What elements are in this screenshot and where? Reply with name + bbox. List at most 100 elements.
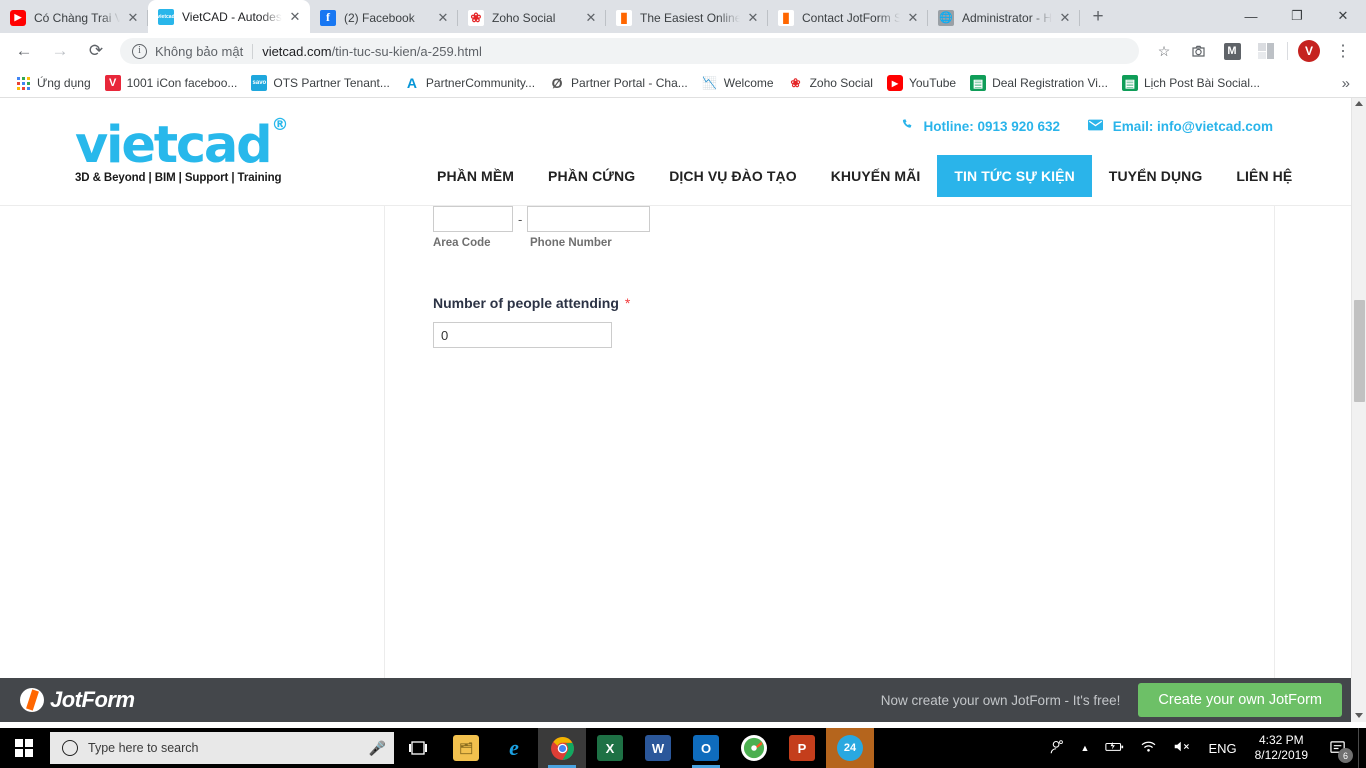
browser-tab-6[interactable]: ▮ Contact JotForm S ✕ — [768, 2, 928, 33]
browser-toolbar: ← → ⟳ i Không bảo mật vietcad.com /tin-t… — [0, 33, 1366, 69]
taskbar-app-file-explorer[interactable]: 🗂 — [442, 728, 490, 768]
bookmark-ots-partner-tenant[interactable]: savo OTS Partner Tenant... — [244, 72, 397, 94]
tray-chevron-icon[interactable]: ▲ — [1073, 743, 1098, 753]
email-link[interactable]: Email: info@vietcad.com — [1088, 119, 1273, 134]
word-icon: W — [645, 735, 671, 761]
extension-screenshot-icon[interactable] — [1185, 38, 1211, 64]
taskbar-app-internet-explorer[interactable]: e — [490, 728, 538, 768]
new-tab-button[interactable]: + — [1084, 3, 1112, 31]
bookmark-zoho-social[interactable]: ❀ Zoho Social — [781, 72, 880, 94]
bookmarks-overflow-icon[interactable]: » — [1334, 75, 1358, 92]
scrollbar-thumb[interactable] — [1354, 300, 1365, 402]
tab-close-icon[interactable]: ✕ — [1056, 9, 1074, 27]
page-content: - Area Code Phone Number Number of peopl… — [0, 206, 1351, 678]
page-scrollbar[interactable] — [1351, 98, 1366, 678]
taskbar-clock[interactable]: 4:32 PM 8/12/2019 — [1245, 733, 1318, 763]
attending-field-label: Number of people attending * — [433, 295, 631, 311]
nav-item-khuyen-mai[interactable]: KHUYẾN MÃI — [814, 155, 938, 197]
tab-title: Zoho Social — [492, 10, 556, 25]
bookmark-welcome[interactable]: 📉 Welcome — [695, 72, 781, 94]
nav-item-dich-vu-dao-tao[interactable]: DỊCH VỤ ĐÀO TẠO — [652, 155, 814, 197]
bookmark-label: Lịch Post Bài Social... — [1143, 76, 1260, 90]
create-your-own-jotform-button[interactable]: Create your own JotForm — [1138, 683, 1342, 717]
browser-tab-5[interactable]: ▮ The Easiest Online ✕ — [606, 2, 768, 33]
nav-item-tin-tuc-su-kien[interactable]: TIN TỨC SỰ KIỆN — [937, 155, 1092, 197]
people-icon[interactable] — [1041, 739, 1073, 758]
scroll-down-icon[interactable] — [1354, 713, 1363, 718]
attending-input[interactable] — [433, 322, 612, 348]
taskbar-app-powerpoint[interactable]: P — [778, 728, 826, 768]
nav-item-phan-mem[interactable]: PHẦN MỀM — [420, 155, 531, 197]
page-scrollbar-bottom[interactable] — [1351, 678, 1366, 722]
tab-close-icon[interactable]: ✕ — [434, 9, 452, 27]
nav-item-tuyen-dung[interactable]: TUYỂN DỤNG — [1092, 155, 1220, 197]
extension-mailtrack-icon[interactable]: M — [1219, 38, 1245, 64]
browser-tab-3[interactable]: f (2) Facebook ✕ — [310, 2, 458, 33]
nav-item-phan-cung[interactable]: PHẦN CỨNG — [531, 155, 652, 197]
bookmark-star-icon[interactable]: ☆ — [1151, 38, 1177, 64]
forward-button[interactable]: → — [46, 37, 74, 65]
hotline-label: Hotline: 0913 920 632 — [923, 119, 1061, 134]
bookmark-lich-post-bai-social[interactable]: ▤ Lịch Post Bài Social... — [1115, 72, 1267, 94]
bookmark-partner-portal[interactable]: Ø Partner Portal - Cha... — [542, 72, 695, 94]
bookmark-partnercommunity[interactable]: A PartnerCommunity... — [397, 72, 542, 94]
address-bar[interactable]: i Không bảo mật vietcad.com /tin-tuc-su-… — [120, 38, 1139, 64]
browser-tab-4[interactable]: ❀ Zoho Social ✕ — [458, 2, 606, 33]
tab-close-icon[interactable]: ✕ — [582, 9, 600, 27]
scroll-up-icon[interactable] — [1355, 101, 1363, 106]
taskbar-app-unikey[interactable] — [730, 728, 778, 768]
site-logo[interactable]: vietcad® 3D & Beyond | BIM | Support | T… — [75, 114, 288, 184]
browser-tab-7[interactable]: 🌐 Administrator - Hệ ✕ — [928, 2, 1080, 33]
browser-tab-1[interactable]: ▶ Có Chàng Trai Viết ✕ — [0, 2, 148, 33]
taskbar-app-word[interactable]: W — [634, 728, 682, 768]
wifi-icon[interactable] — [1132, 740, 1165, 756]
notification-count-badge: 6 — [1338, 748, 1353, 763]
battery-icon[interactable] — [1097, 740, 1132, 756]
taskbar-app-google-chrome[interactable] — [538, 728, 586, 768]
nav-item-lien-he[interactable]: LIÊN HỆ — [1219, 155, 1309, 197]
back-button[interactable]: ← — [10, 37, 38, 65]
header-contact-bar: Hotline: 0913 920 632 Email: info@vietca… — [901, 118, 1273, 134]
window-minimize-button[interactable]: — — [1228, 0, 1274, 32]
taskbar-app-misa[interactable]: 24 — [826, 728, 874, 768]
show-desktop-button[interactable] — [1358, 728, 1366, 768]
page-viewport: vietcad® 3D & Beyond | BIM | Support | T… — [0, 98, 1366, 678]
profile-avatar[interactable]: V — [1298, 40, 1320, 62]
action-center-button[interactable]: 6 — [1318, 728, 1358, 768]
tab-title: The Easiest Online — [640, 10, 740, 25]
tab-close-icon[interactable]: ✕ — [904, 9, 922, 27]
phone-number-input[interactable] — [527, 206, 651, 232]
taskbar-search-input[interactable]: Type here to search 🎤 — [50, 732, 394, 764]
jotform-brand-label: JotForm — [50, 687, 135, 712]
content-left-rule — [384, 206, 385, 678]
site-info-icon[interactable]: i — [132, 43, 147, 59]
jotform-logo[interactable]: JotForm — [20, 687, 135, 713]
tab-close-icon[interactable]: ✕ — [124, 9, 142, 27]
bookmark-deal-registration[interactable]: ▤ Deal Registration Vi... — [963, 72, 1115, 94]
window-maximize-button[interactable]: ❐ — [1274, 0, 1320, 32]
chrome-menu-icon[interactable]: ⋮ — [1330, 38, 1356, 64]
task-view-button[interactable] — [394, 728, 442, 768]
taskbar-app-excel[interactable]: X — [586, 728, 634, 768]
microphone-icon[interactable]: 🎤 — [369, 740, 386, 757]
browser-tab-2-active[interactable]: vietcad VietCAD - Autodes ✕ — [148, 0, 310, 33]
url-host: vietcad.com — [262, 43, 332, 59]
jotform-footer-bar: JotForm Now create your own JotForm - It… — [0, 678, 1366, 722]
start-button[interactable] — [0, 728, 48, 768]
jotform-icon: ▮ — [778, 9, 794, 26]
bookmark-label: PartnerCommunity... — [425, 76, 536, 90]
tab-close-icon[interactable]: ✕ — [286, 8, 304, 26]
volume-muted-icon[interactable] — [1165, 740, 1200, 756]
extension-grammarly-icon[interactable] — [1253, 38, 1279, 64]
registration-form: - Area Code Phone Number Number of peopl… — [433, 206, 651, 348]
bookmark-apps[interactable]: Ứng dụng — [8, 72, 98, 94]
hotline-link[interactable]: Hotline: 0913 920 632 — [901, 118, 1060, 134]
area-code-input[interactable] — [433, 206, 513, 232]
bookmark-youtube[interactable]: ▶ YouTube — [880, 72, 963, 94]
reload-button[interactable]: ⟳ — [82, 37, 110, 65]
bookmark-1001-icon-facebook[interactable]: V 1001 iCon faceboo... — [98, 72, 245, 94]
taskbar-app-outlook[interactable]: O — [682, 728, 730, 768]
language-indicator[interactable]: ENG — [1200, 741, 1244, 756]
tab-close-icon[interactable]: ✕ — [744, 9, 762, 27]
window-close-button[interactable]: ✕ — [1320, 0, 1366, 32]
